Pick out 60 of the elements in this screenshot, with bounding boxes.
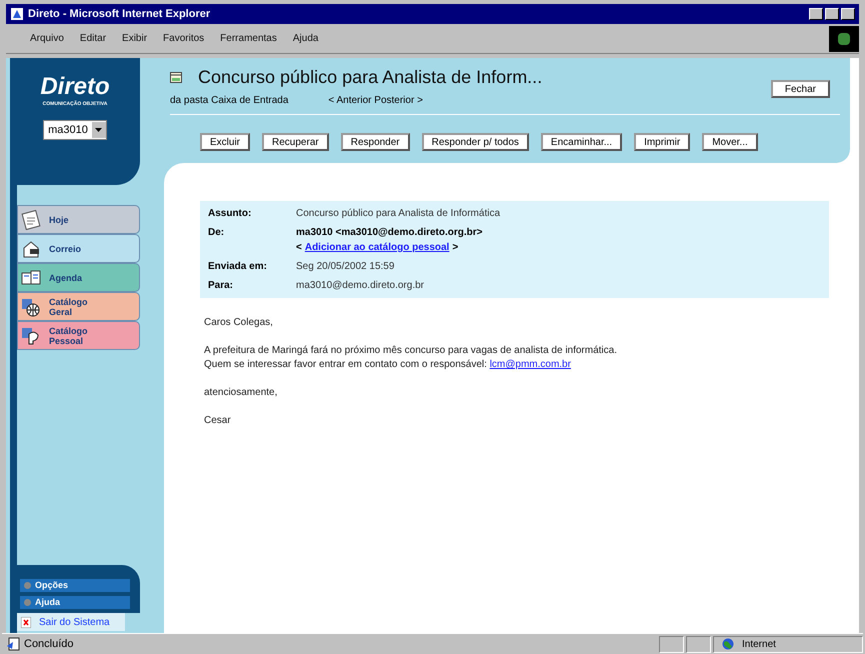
status-text: Concluído	[24, 636, 74, 652]
field-value: Concurso público para Analista de Informática	[296, 207, 500, 221]
close-button[interactable]	[841, 8, 855, 20]
globe-icon	[722, 638, 734, 650]
menu-item[interactable]: Ajuda	[292, 31, 318, 46]
page-icon	[6, 637, 20, 651]
folder-label: da pasta Caixa de Entrada	[170, 94, 288, 108]
user-select[interactable]: ma3010	[43, 120, 107, 140]
planner-icon	[21, 268, 41, 288]
field-label: Assunto:	[208, 207, 252, 221]
body-paragraph: atenciosamente,	[204, 386, 278, 400]
bracket-text: >	[452, 241, 458, 255]
status-panel	[659, 636, 684, 652]
field-label: Enviada em:	[208, 260, 268, 274]
menu-item[interactable]: Exibir	[122, 31, 148, 46]
menu-item[interactable]: Editar	[80, 31, 106, 46]
globe-icon	[21, 296, 41, 316]
field-value: Seg 20/05/2002 15:59	[296, 260, 394, 274]
throbber-icon	[829, 26, 859, 52]
toolbar-button[interactable]: Mover...	[702, 133, 758, 151]
message-title: Concurso público para Analista de Inform...	[198, 66, 542, 89]
bracket-text: <	[296, 241, 302, 255]
close-message-button[interactable]: Fechar	[770, 80, 830, 98]
security-zone: Internet	[742, 638, 776, 652]
window-title: Direto - Microsoft Internet Explorer	[28, 6, 212, 22]
nav-tab[interactable]: Correio	[17, 234, 140, 263]
field-value: ma3010 <ma3010@demo.direto.org.br>	[296, 226, 482, 240]
field-label: De:	[208, 226, 226, 240]
browser-icon	[10, 7, 24, 21]
minimize-button[interactable]	[809, 8, 823, 20]
status-panel	[686, 636, 711, 652]
toolbar-button[interactable]: Excluir	[200, 133, 250, 151]
body-paragraph: Cesar	[204, 414, 232, 428]
nav-tab[interactable]: Catálogo Geral	[17, 292, 140, 321]
toolbar-button[interactable]: Responder	[340, 133, 410, 151]
toolbar-button[interactable]: Recuperar	[262, 133, 329, 151]
body-paragraph: A prefeitura de Maringá fará no próximo mês concurso para vagas de analista de informática. Quem se interessar favor entrar em contato com o responsável: lcm@pmm.com.br	[204, 344, 618, 372]
maximize-button[interactable]	[825, 8, 839, 20]
add-contact-link[interactable]: Adicionar ao catálogo pessoal	[304, 240, 450, 255]
pager-links[interactable]: < Anterior Posterior >	[328, 93, 423, 108]
field-value: ma3010@demo.direto.org.br	[296, 279, 424, 293]
field-label: Para:	[208, 279, 234, 293]
body-paragraph: Caros Colegas,	[204, 316, 274, 330]
close-icon	[21, 616, 31, 628]
menu-item[interactable]: Favoritos	[163, 31, 204, 46]
sidebar-link[interactable]: Opções	[20, 579, 130, 592]
toolbar-button[interactable]: Imprimir	[634, 133, 690, 151]
nav-tab[interactable]: Agenda	[17, 263, 140, 292]
email-link[interactable]: lcm@pmm.com.br	[490, 359, 571, 370]
menu-item[interactable]: Ferramentas	[220, 31, 277, 46]
calendar-icon	[21, 210, 41, 230]
nav-tab[interactable]: Hoje	[17, 205, 140, 234]
person-icon	[21, 326, 41, 346]
nav-tab[interactable]: Catálogo Pessoal	[17, 321, 140, 350]
logo: Direto	[40, 74, 110, 100]
dropdown-arrow-icon	[95, 128, 102, 132]
menu-item[interactable]: Arquivo	[30, 31, 64, 46]
toolbar-button[interactable]: Responder p/ todos	[422, 133, 529, 151]
sidebar-link[interactable]: Ajuda	[20, 596, 130, 609]
toolbar-button[interactable]: Encaminhar...	[540, 133, 622, 151]
